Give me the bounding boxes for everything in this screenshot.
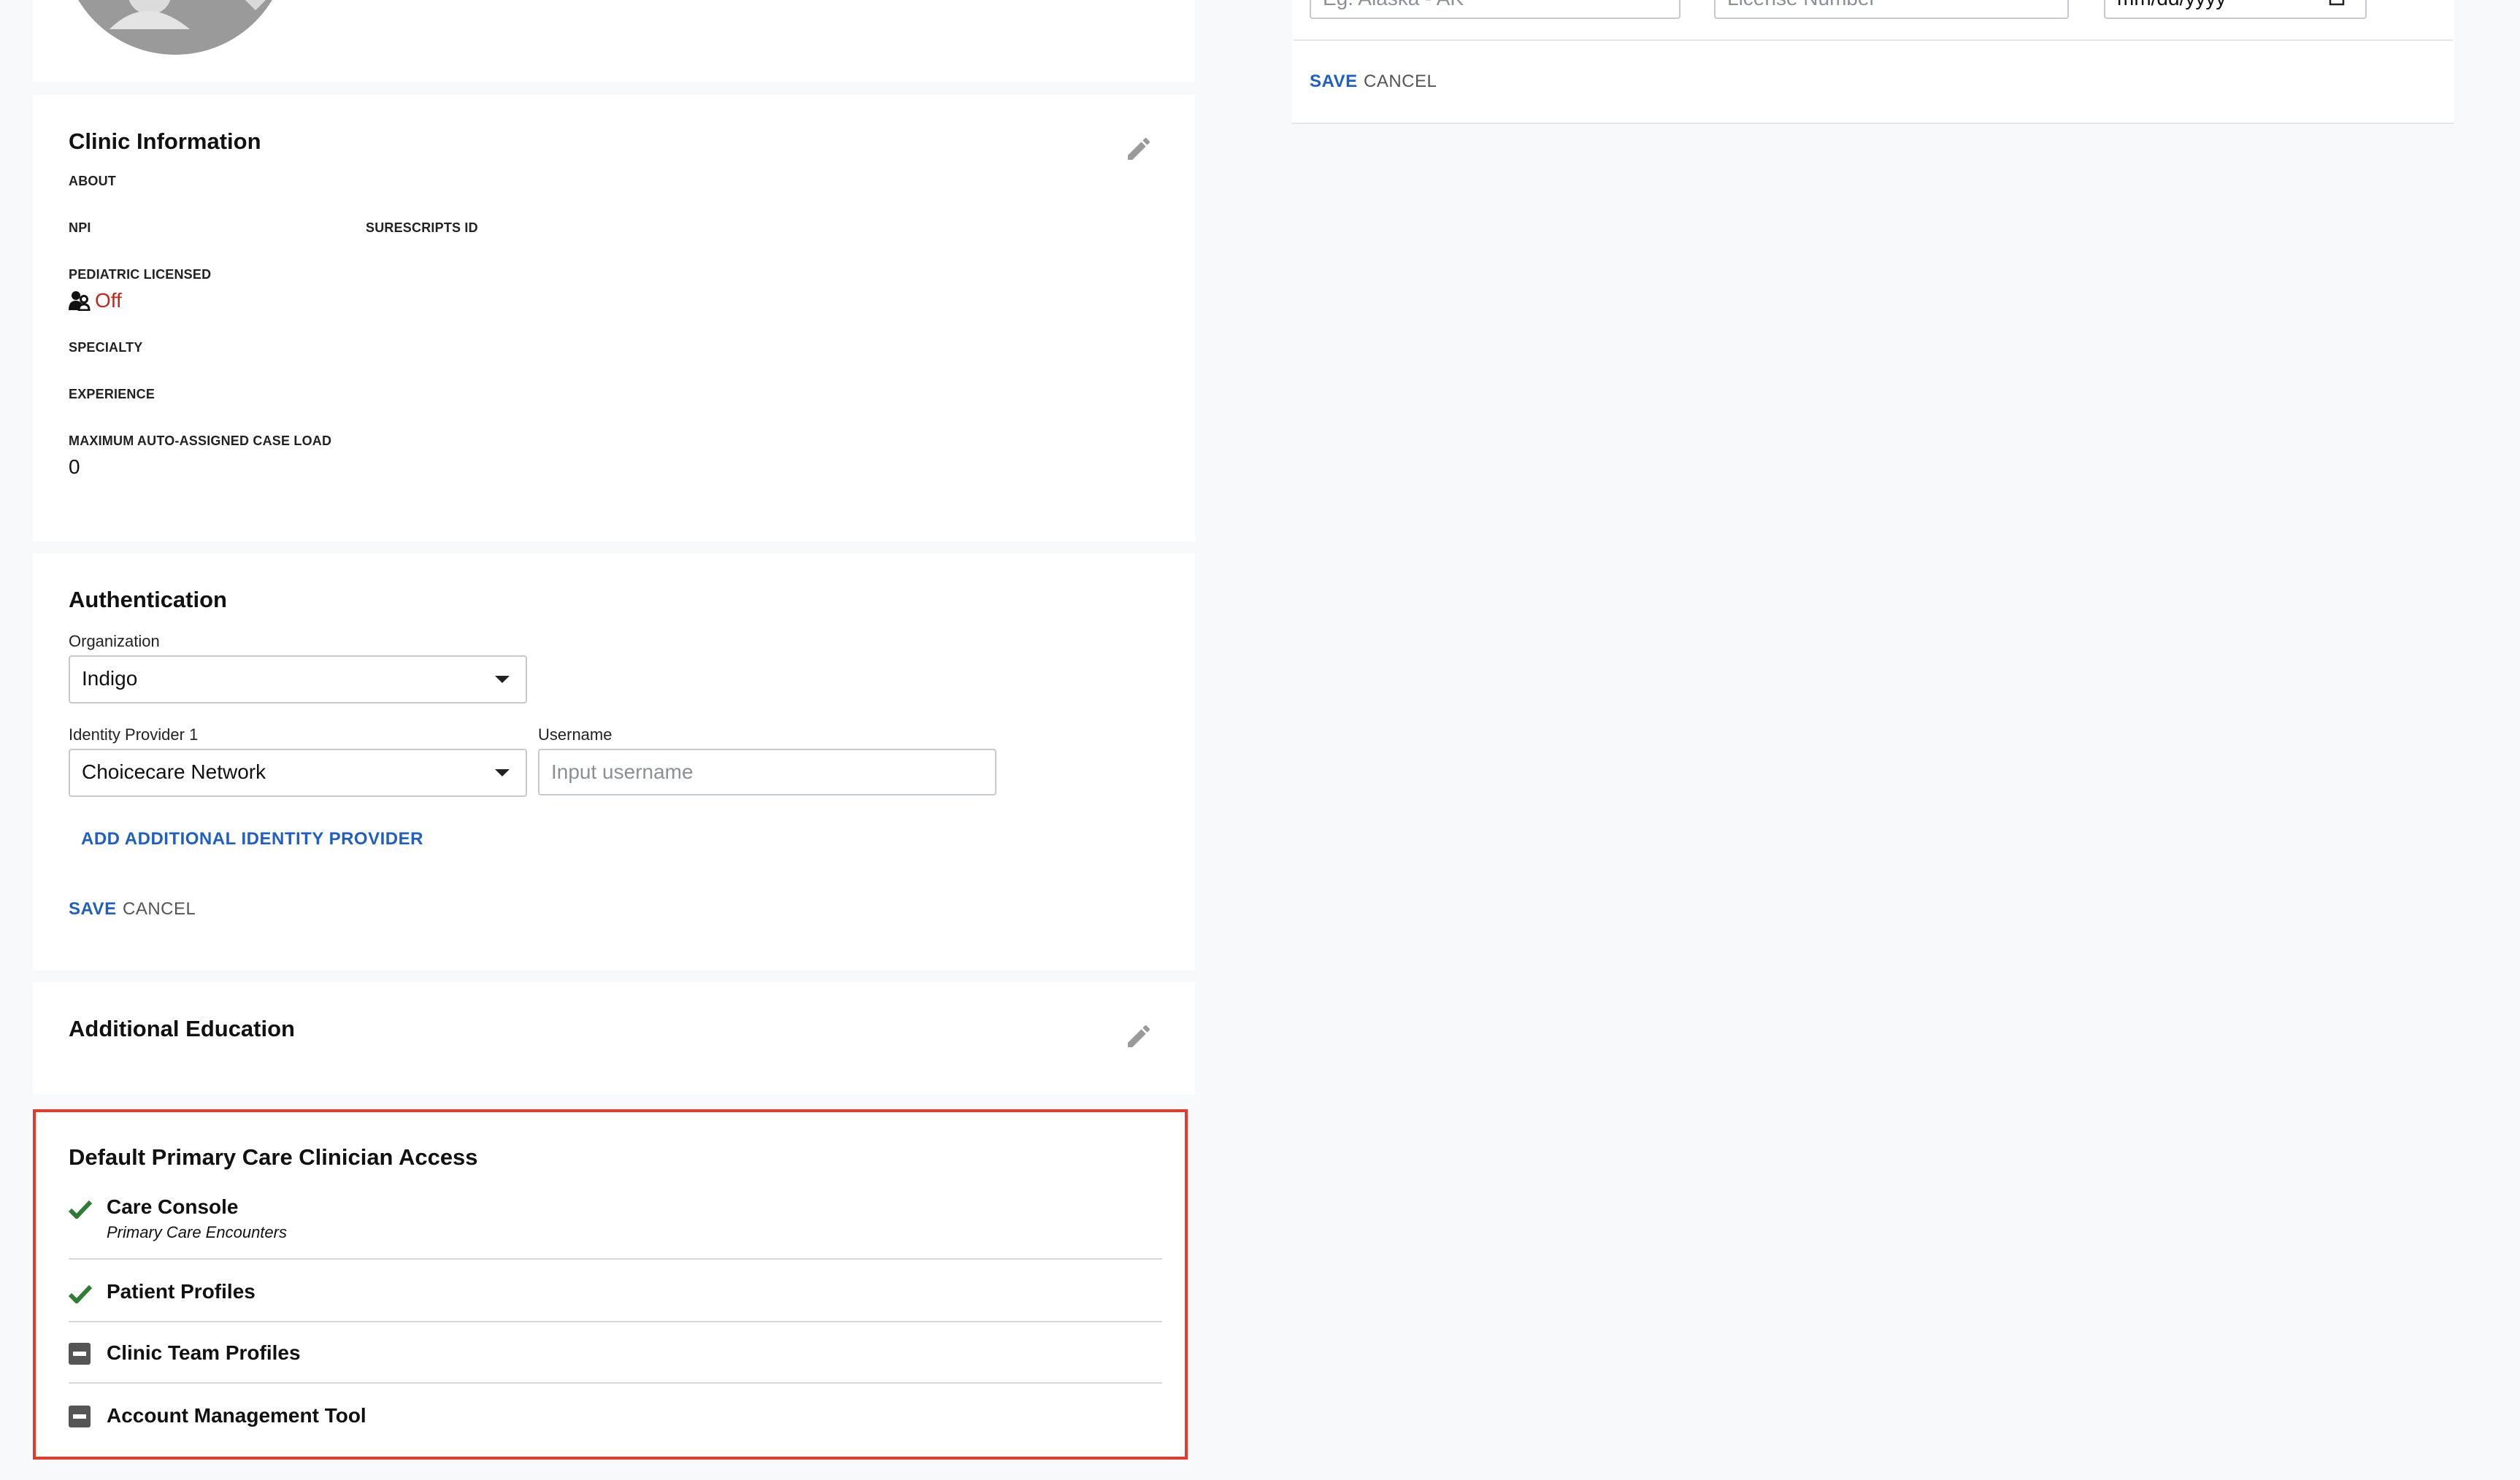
experience-label: EXPERIENCE (69, 387, 155, 401)
license-cancel-button[interactable]: CANCEL (1364, 72, 1437, 92)
organization-value: Indigo (82, 667, 138, 690)
check-icon (69, 1200, 92, 1219)
clinician-access-title: Default Primary Care Clinician Access (69, 1144, 478, 1170)
edit-clinic-info-pencil-icon[interactable] (1124, 134, 1153, 163)
state-placeholder: Eg. Alaska - AK (1323, 0, 1464, 9)
pediatric-licensed-value: Off (95, 289, 122, 312)
access-item-sublabel: Primary Care Encounters (107, 1223, 287, 1241)
username-label: Username (538, 725, 612, 744)
state-input[interactable]: Eg. Alaska - AK (1310, 0, 1680, 19)
avatar (78, 0, 272, 55)
clinic-information-card: Clinic Information ABOUT NPI SURESCRIPTS… (33, 95, 1195, 541)
divider (69, 1382, 1162, 1384)
date-placeholder: mm/dd/yyyy (2117, 0, 2226, 9)
people-icon (69, 291, 91, 311)
divider (69, 1321, 1162, 1322)
minus-square-icon (69, 1406, 91, 1427)
license-number-input[interactable]: License Number (1714, 0, 2069, 19)
organization-select[interactable]: Indigo (69, 655, 527, 704)
license-save-button[interactable]: SAVE (1310, 72, 1358, 92)
max-caseload-value: 0 (69, 455, 80, 478)
surescripts-id-label: SURESCRIPTS ID (366, 220, 478, 235)
add-identity-provider-link[interactable]: ADD ADDITIONAL IDENTITY PROVIDER (81, 829, 423, 849)
access-item-label: Patient Profiles (107, 1280, 256, 1303)
minus-square-icon (69, 1343, 91, 1365)
additional-education-card: Additional Education (33, 982, 1195, 1095)
npi-label: NPI (69, 220, 91, 235)
identity-provider-value: Choicecare Network (82, 760, 266, 783)
additional-education-title: Additional Education (69, 1016, 295, 1041)
pediatric-licensed-label: PEDIATRIC LICENSED (69, 267, 212, 282)
authentication-save-button[interactable]: SAVE (69, 899, 117, 920)
calendar-icon[interactable] (2329, 0, 2345, 6)
check-icon (69, 1284, 92, 1303)
access-item-label: Clinic Team Profiles (107, 1341, 301, 1364)
authentication-card: Authentication Organization Indigo Ident… (33, 553, 1195, 971)
clinician-access-card: Default Primary Care Clinician Access Ca… (33, 1109, 1188, 1460)
identity-provider-label: Identity Provider 1 (69, 725, 199, 744)
access-item-label: Care Console (107, 1195, 239, 1218)
username-input[interactable]: Input username (538, 749, 996, 795)
identity-provider-select[interactable]: Choicecare Network (69, 749, 527, 797)
chevron-down-icon (495, 769, 510, 776)
max-caseload-label: MAXIMUM AUTO-ASSIGNED CASE LOAD (69, 433, 332, 448)
authentication-title: Authentication (69, 587, 227, 612)
username-placeholder: Input username (551, 760, 694, 783)
specialty-label: SPECIALTY (69, 340, 143, 355)
chevron-down-icon (495, 676, 510, 683)
edit-education-pencil-icon[interactable] (1124, 1022, 1153, 1051)
about-label: ABOUT (69, 174, 116, 188)
profile-card (33, 0, 1195, 82)
license-panel: Eg. Alaska - AK License Number mm/dd/yyy… (1292, 0, 2454, 124)
expiration-date-input[interactable]: mm/dd/yyyy (2104, 0, 2367, 19)
access-item-label: Account Management Tool (107, 1404, 366, 1427)
clinic-information-title: Clinic Information (69, 128, 261, 154)
license-placeholder: License Number (1727, 0, 1876, 9)
organization-label: Organization (69, 632, 160, 650)
divider (69, 1258, 1162, 1260)
authentication-cancel-button[interactable]: CANCEL (123, 899, 196, 920)
